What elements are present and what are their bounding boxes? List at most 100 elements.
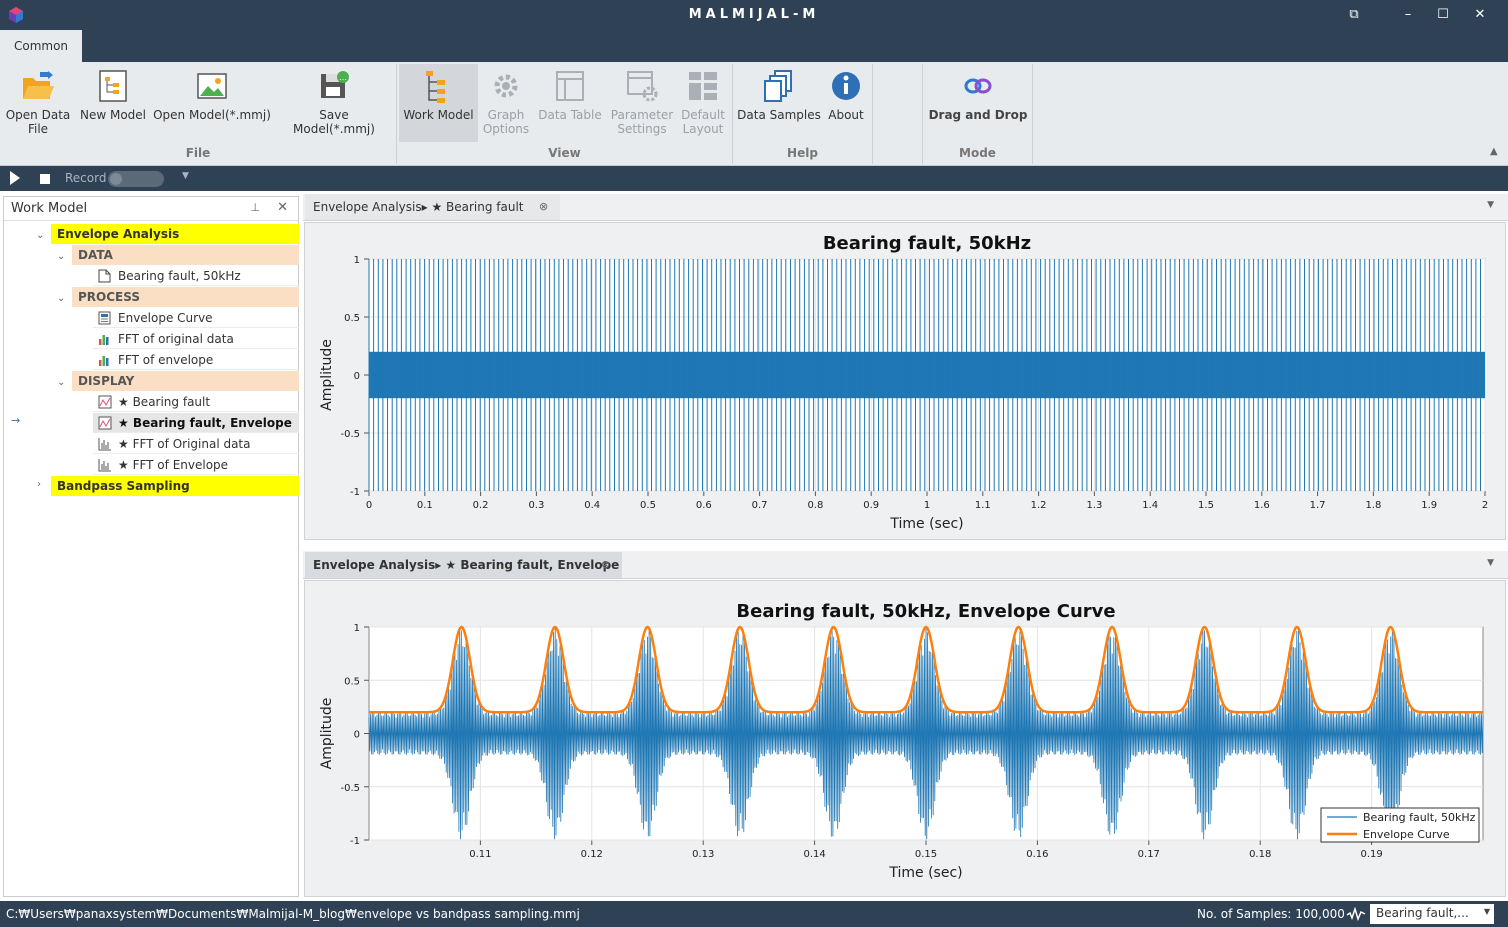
settings-window-icon <box>627 71 658 102</box>
tree-category-display[interactable]: DISPLAY <box>72 371 299 391</box>
tab-close-icon[interactable]: ⊗ <box>601 552 610 578</box>
open-data-file-button[interactable]: Open Data File <box>4 64 72 142</box>
x-tick-label: 0.15 <box>915 849 937 860</box>
maximize-button[interactable]: ☐ <box>1432 5 1454 25</box>
x-tick-label: 0.3 <box>528 500 544 511</box>
tab-bottom-document[interactable]: Envelope Analysis▸ ★ Bearing fault, Enve… <box>305 552 622 578</box>
new-model-icon <box>99 70 127 102</box>
panel-title: Work Model <box>11 201 88 216</box>
work-model-button[interactable]: Work Model <box>399 64 478 142</box>
data-table-button[interactable]: Data Table <box>537 64 603 142</box>
series-select[interactable]: Bearing fault,... ▼ <box>1370 904 1494 924</box>
open-model-button[interactable]: Open Model(*.mmj) <box>153 64 271 142</box>
x-axis-label: Time (sec) <box>889 516 963 532</box>
about-button[interactable]: About <box>824 64 868 142</box>
chart-title: Bearing fault, 50kHz, Envelope Curve <box>736 601 1115 622</box>
layout-icon <box>689 72 717 100</box>
chevron-down-icon[interactable]: ⌄ <box>57 293 65 304</box>
data-samples-icon <box>764 70 792 102</box>
record-toggle[interactable] <box>108 171 164 187</box>
x-tick-label: 0.6 <box>696 500 712 511</box>
top-chart-panel: Bearing fault, 50kHz 0 0.1 0.2 0.3 0.4 0.5 0.6 0… <box>304 222 1506 540</box>
info-icon <box>832 72 860 100</box>
tab-close-icon[interactable]: ⊗ <box>539 194 548 220</box>
x-tick-label: 0.19 <box>1360 849 1382 860</box>
chevron-right-icon[interactable]: › <box>37 479 41 490</box>
data-samples-button[interactable]: Data Samples <box>737 64 821 142</box>
folder-open-icon <box>23 71 54 99</box>
tree-category-data[interactable]: DATA <box>72 245 299 265</box>
tree-item-display[interactable]: ★ Bearing fault <box>93 392 299 412</box>
y-tick-label: 0 <box>354 730 360 741</box>
document-icon <box>98 269 111 283</box>
tab-common[interactable]: Common <box>0 30 82 62</box>
restore-layout-icon[interactable]: ⧉ <box>1343 5 1365 25</box>
panel-header: Work Model ⊥ ✕ <box>4 197 298 221</box>
tree-item-process[interactable]: Envelope Curve <box>93 308 299 328</box>
parameter-settings-button[interactable]: Parameter Settings <box>609 64 675 142</box>
record-label: Record <box>65 171 107 185</box>
chevron-down-icon[interactable]: ▼ <box>182 171 189 181</box>
tree-item-display[interactable]: ★ FFT of Envelope <box>93 455 299 475</box>
play-icon[interactable] <box>10 171 20 185</box>
x-tick-label: 0.8 <box>807 500 823 511</box>
save-model-button[interactable]: … Save Model(*.mmj) <box>277 64 391 142</box>
x-tick-label: 0.16 <box>1026 849 1048 860</box>
status-bar: C:₩Users₩panaxsystem₩Documents₩Malmijal-… <box>0 901 1508 927</box>
x-tick-label: 0 <box>366 500 372 511</box>
y-tick-label: 1 <box>354 623 360 634</box>
open-model-icon <box>197 73 227 99</box>
group-label-view: View <box>548 146 581 160</box>
default-layout-button[interactable]: Default Layout <box>679 64 727 142</box>
drag-and-drop-button[interactable]: Drag and Drop <box>926 64 1030 142</box>
chevron-down-icon[interactable]: ⌄ <box>36 230 44 241</box>
tab-top-document[interactable]: Envelope Analysis▸ ★ Bearing fault ⊗ <box>305 194 560 220</box>
gear-icon <box>494 74 518 98</box>
new-model-button[interactable]: New Model <box>78 64 148 142</box>
tree-root-bandpass-sampling[interactable]: Bandpass Sampling <box>51 476 299 496</box>
chart-title: Bearing fault, 50kHz <box>823 233 1031 254</box>
tree-item-display[interactable]: ★ FFT of Original data <box>93 434 299 454</box>
x-tick-label: 1.2 <box>1031 500 1047 511</box>
chevron-down-icon[interactable]: ⌄ <box>57 377 65 388</box>
stop-icon[interactable] <box>40 174 50 184</box>
tab-menu-chevron-icon[interactable]: ▼ <box>1487 200 1494 210</box>
tree-item-display-selected[interactable]: ★ Bearing fault, Envelope <box>93 413 299 433</box>
graph-options-button[interactable]: Graph Options <box>481 64 531 142</box>
legend-label: Bearing fault, 50kHz <box>1363 811 1476 824</box>
x-tick-label: 1.5 <box>1198 500 1214 511</box>
pin-icon[interactable]: ⊥ <box>250 201 260 214</box>
minimize-button[interactable]: – <box>1397 5 1419 25</box>
close-icon[interactable]: ✕ <box>277 200 288 215</box>
line-chart-icon <box>98 395 112 409</box>
record-toolbar: Record ▼ <box>0 166 1508 191</box>
ribbon: Open Data File New Model Open Model(*.mm… <box>0 62 1508 166</box>
top-tab-strip: Envelope Analysis▸ ★ Bearing fault ⊗ ▼ <box>303 194 1508 221</box>
group-label-mode: Mode <box>959 146 996 160</box>
group-label-file: File <box>185 146 211 160</box>
tab-menu-chevron-icon[interactable]: ▼ <box>1487 558 1494 568</box>
bar-chart-icon <box>99 356 109 366</box>
x-tick-label: 0.2 <box>473 500 489 511</box>
collapse-ribbon-icon[interactable]: ▲ <box>1490 146 1498 157</box>
x-tick-label: 0.12 <box>581 849 603 860</box>
x-tick-label: 1.7 <box>1310 500 1326 511</box>
y-axis-label: Amplitude <box>319 339 335 411</box>
legend-label: Envelope Curve <box>1363 828 1450 841</box>
chevron-down-icon[interactable]: ⌄ <box>57 251 65 262</box>
tree-category-process[interactable]: PROCESS <box>72 287 299 307</box>
tree-root-envelope-analysis[interactable]: Envelope Analysis <box>51 224 299 244</box>
close-button[interactable]: ✕ <box>1469 5 1491 25</box>
tree-item-data[interactable]: Bearing fault, 50kHz <box>93 266 299 286</box>
line-chart-icon <box>98 416 112 430</box>
x-tick-label: 0.4 <box>584 500 600 511</box>
bottom-tab-strip: Envelope Analysis▸ ★ Bearing fault, Enve… <box>303 551 1508 579</box>
infinity-icon <box>964 78 992 94</box>
svg-text:…: … <box>339 73 347 82</box>
y-tick-label: 1 <box>354 255 360 266</box>
tree-item-process[interactable]: FFT of original data <box>93 329 299 349</box>
tree-item-process[interactable]: FFT of envelope <box>93 350 299 370</box>
x-axis-label: Time (sec) <box>888 865 962 881</box>
x-tick-label: 0.5 <box>640 500 656 511</box>
x-tick-label: 0.18 <box>1249 849 1271 860</box>
